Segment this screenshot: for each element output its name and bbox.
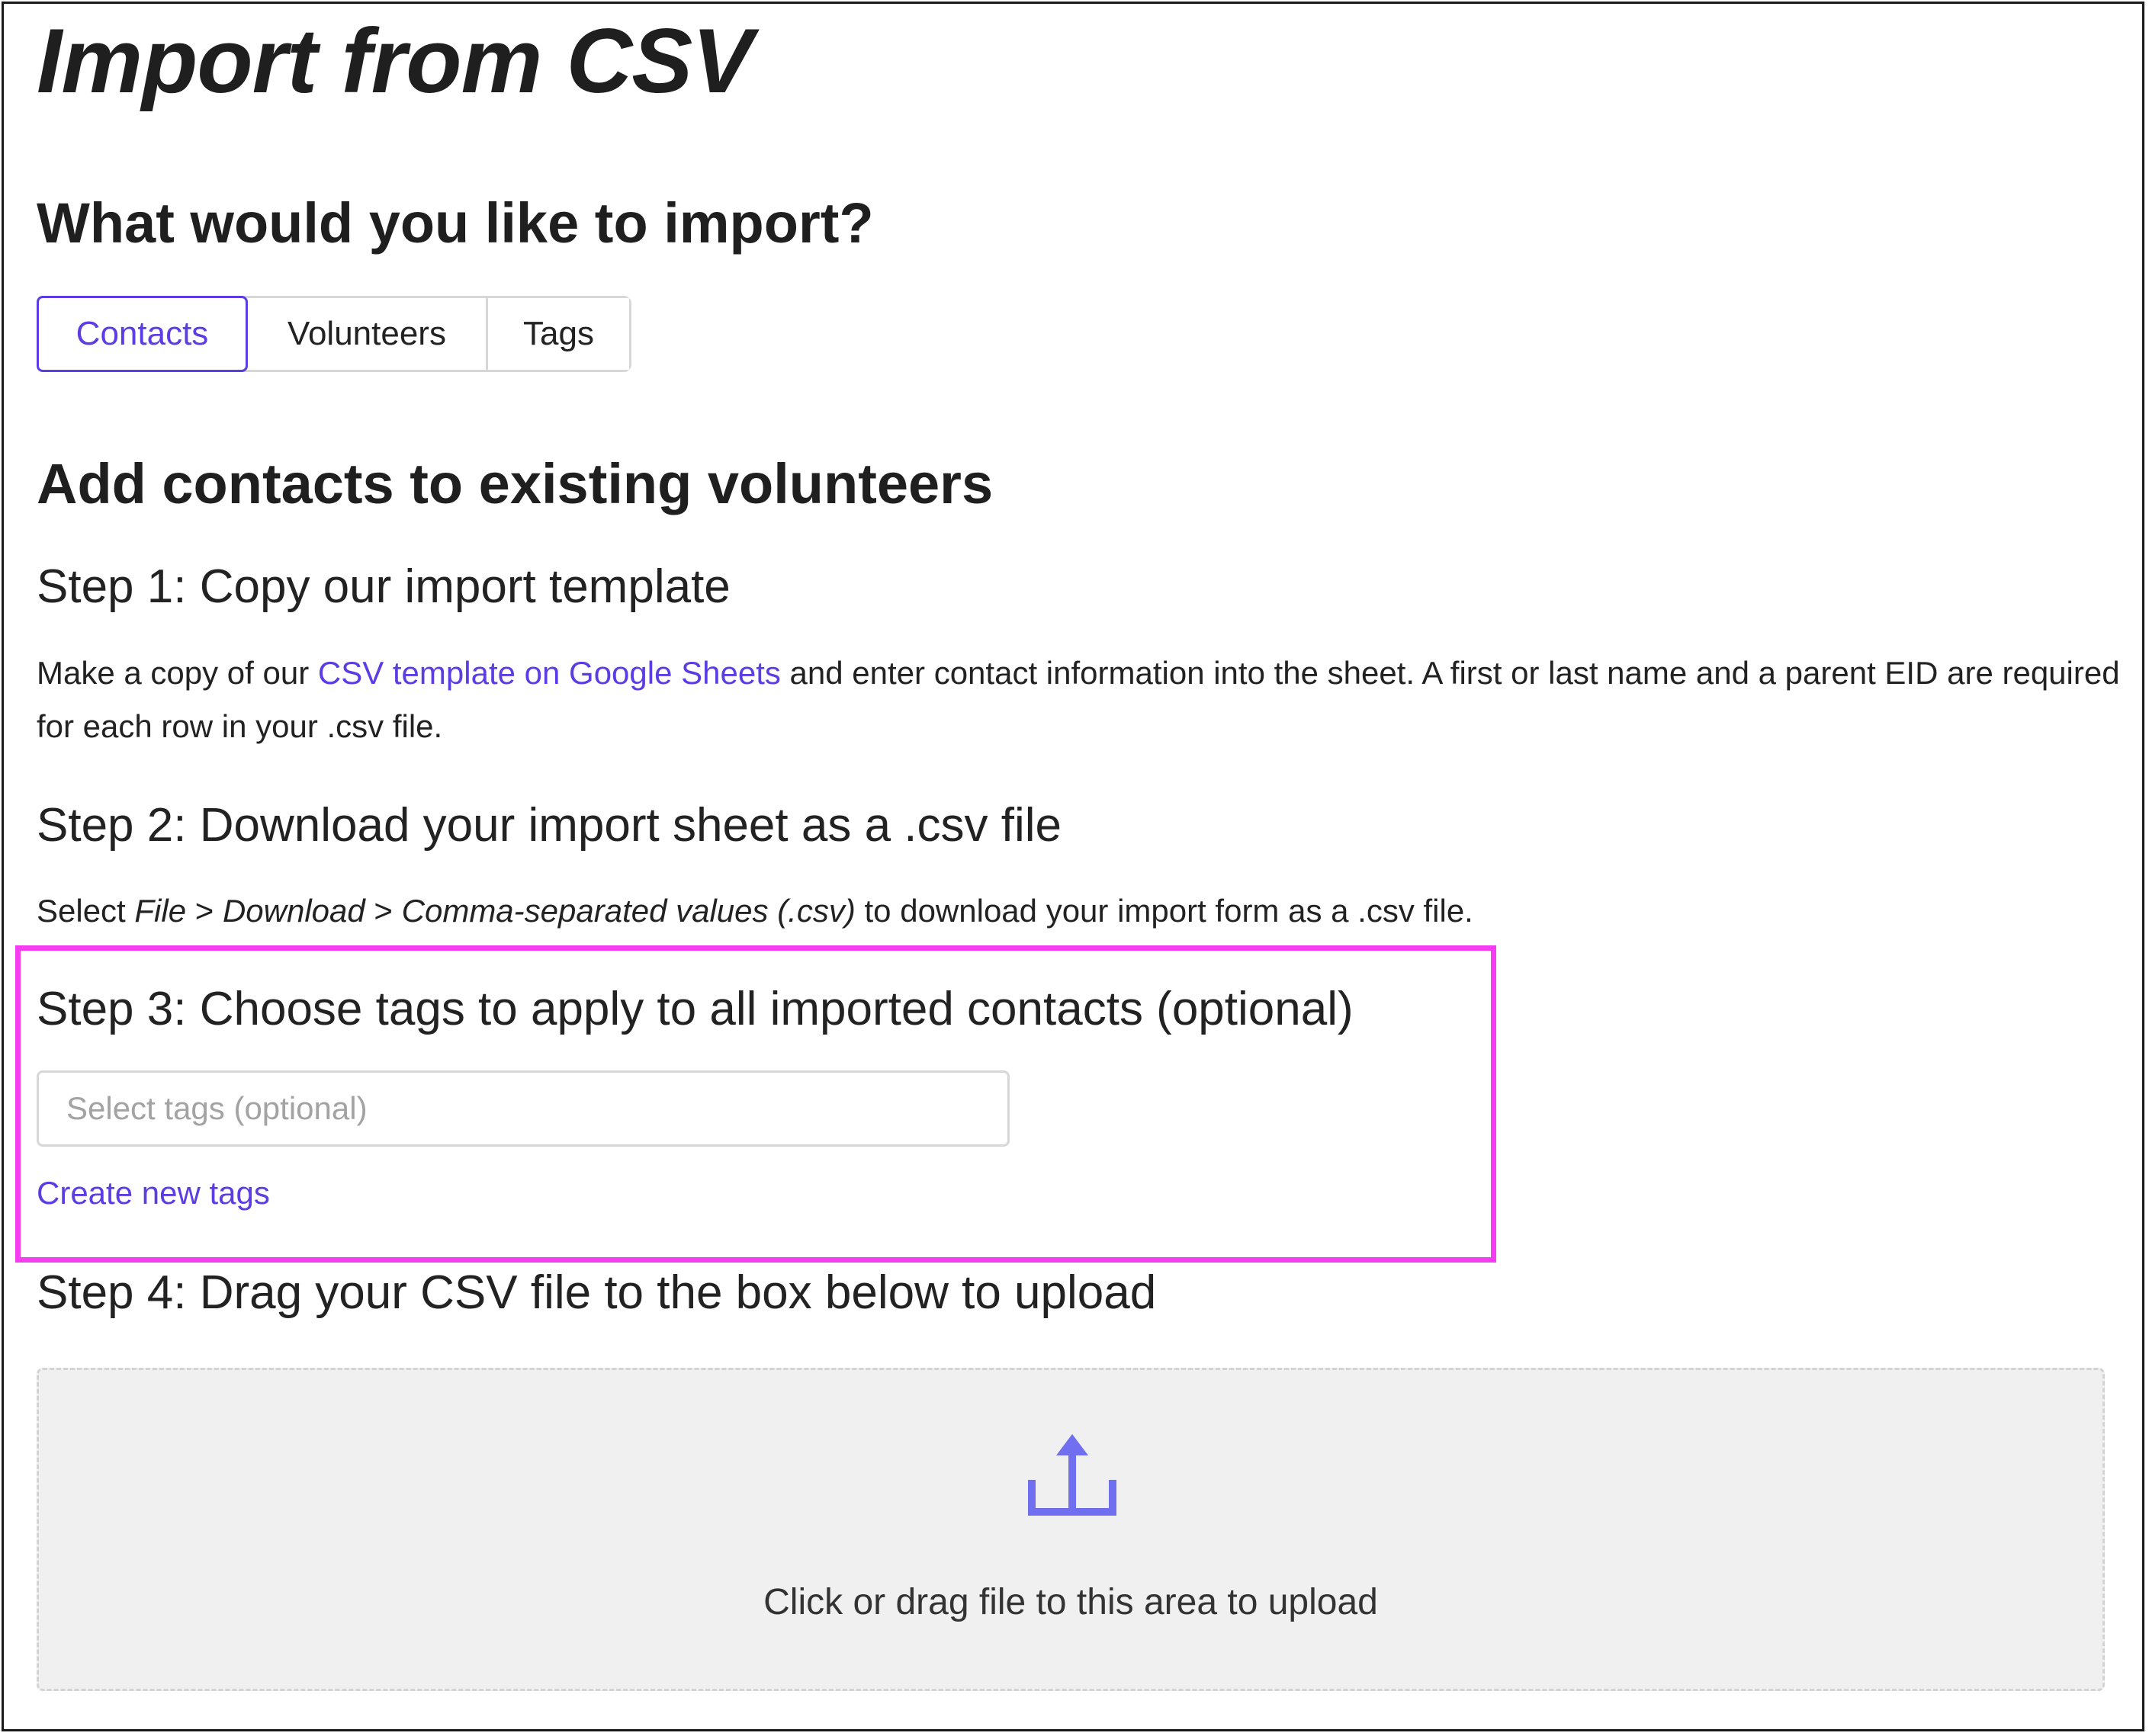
step1-title: Step 1: Copy our import template — [37, 560, 731, 613]
step2-title: Step 2: Download your import sheet as a … — [37, 799, 1062, 852]
menu-csv-text: Comma-separated values (.csv) — [401, 893, 856, 929]
tab-tags[interactable]: Tags — [486, 298, 629, 370]
menu-separator: > — [365, 893, 402, 929]
step2-text-after: to download your import form as a .csv f… — [855, 893, 1473, 929]
import-type-heading: What would you like to import? — [37, 191, 874, 255]
page-title: Import from CSV — [37, 10, 753, 112]
step3-title: Step 3: Choose tags to apply to all impo… — [37, 983, 1354, 1035]
csv-template-link[interactable]: CSV template on Google Sheets — [318, 655, 781, 691]
import-type-tabs: Contacts Volunteers Tags — [37, 296, 631, 372]
step1-text-before: Make a copy of our — [37, 655, 318, 691]
menu-download-text: Download — [222, 893, 365, 929]
section-subheading: Add contacts to existing volunteers — [37, 452, 994, 515]
tags-select-input[interactable] — [37, 1070, 1010, 1147]
menu-file-text: File — [134, 893, 187, 929]
file-upload-dropzone[interactable]: Click or drag file to this area to uploa… — [37, 1368, 2105, 1691]
step4-title: Step 4: Drag your CSV file to the box be… — [37, 1266, 1157, 1319]
create-new-tags-link[interactable]: Create new tags — [37, 1166, 270, 1220]
upload-icon — [1028, 1434, 1116, 1516]
menu-separator: > — [186, 893, 223, 929]
step2-text-select: Select — [37, 893, 135, 929]
upload-instruction: Click or drag file to this area to uploa… — [763, 1582, 1378, 1622]
tab-contacts[interactable]: Contacts — [37, 296, 248, 372]
step1-description: Make a copy of our CSV template on Googl… — [37, 647, 2126, 753]
tab-volunteers[interactable]: Volunteers — [248, 298, 486, 370]
step2-description: Select File > Download > Comma-separated… — [37, 884, 2126, 938]
